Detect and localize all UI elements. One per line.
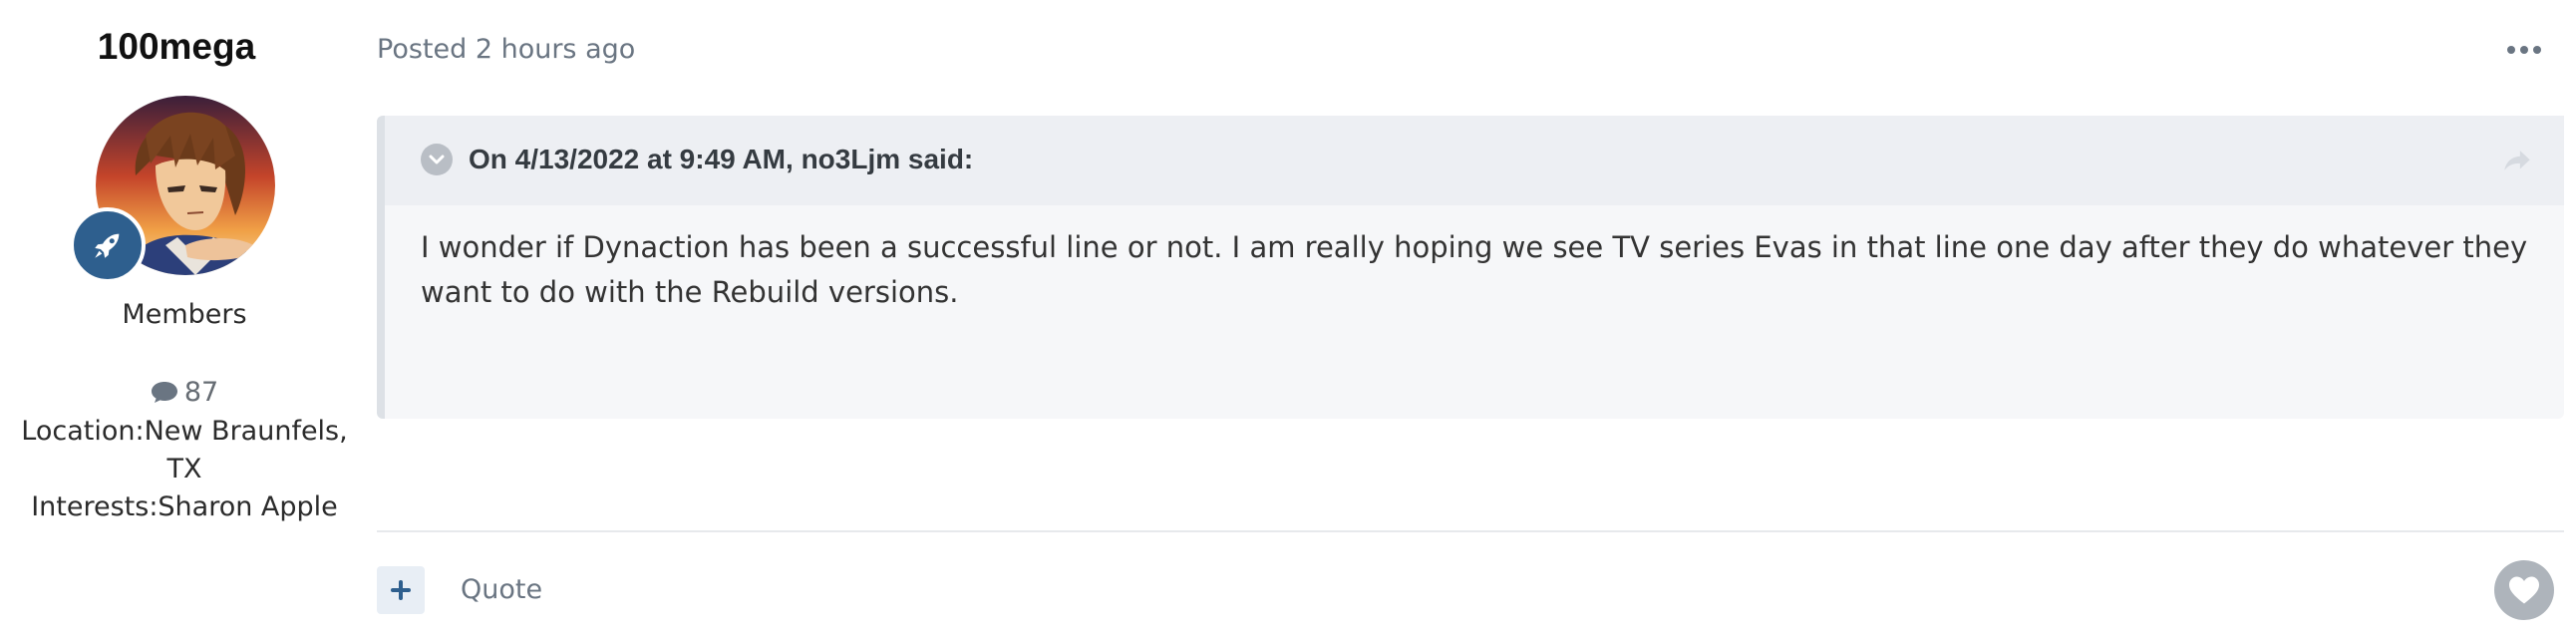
ellipsis-icon bbox=[2507, 46, 2541, 54]
post-count: 87 bbox=[0, 375, 369, 414]
post-menu-button[interactable] bbox=[2502, 36, 2546, 64]
like-button[interactable] bbox=[2494, 560, 2554, 620]
quote-share-button[interactable] bbox=[2500, 144, 2534, 177]
quote-citation: On 4/13/2022 at 9:49 AM, no3Ljm said: bbox=[469, 144, 974, 174]
author-name[interactable]: 100mega bbox=[0, 24, 353, 70]
comment-icon bbox=[151, 378, 178, 414]
chevron-down-icon bbox=[429, 155, 445, 164]
author-interests: Interests:Sharon Apple bbox=[31, 491, 338, 522]
plus-icon bbox=[391, 580, 411, 600]
multiquote-button[interactable] bbox=[377, 566, 425, 614]
author-location: Location:New Braunfels, TX bbox=[21, 416, 348, 484]
share-icon bbox=[2504, 151, 2530, 170]
post-divider bbox=[377, 530, 2564, 532]
quote-body: I wonder if Dynaction has been a success… bbox=[421, 230, 2528, 309]
post-timestamp: Posted 2 hours ago bbox=[377, 34, 636, 65]
post-count-value: 87 bbox=[183, 377, 219, 408]
author-group: Members bbox=[122, 299, 247, 330]
author-panel: 100mega Members 87 Location:New Braunfel… bbox=[0, 0, 369, 642]
quote-button[interactable]: Quote bbox=[461, 572, 542, 608]
heart-icon bbox=[2509, 576, 2539, 604]
quote-block: On 4/13/2022 at 9:49 AM, no3Ljm said: I … bbox=[377, 116, 2564, 419]
quote-toggle-button[interactable] bbox=[421, 144, 453, 175]
rocket-icon bbox=[95, 233, 120, 258]
quote-header: On 4/13/2022 at 9:49 AM, no3Ljm said: bbox=[385, 116, 2564, 205]
rank-badge bbox=[70, 207, 146, 283]
